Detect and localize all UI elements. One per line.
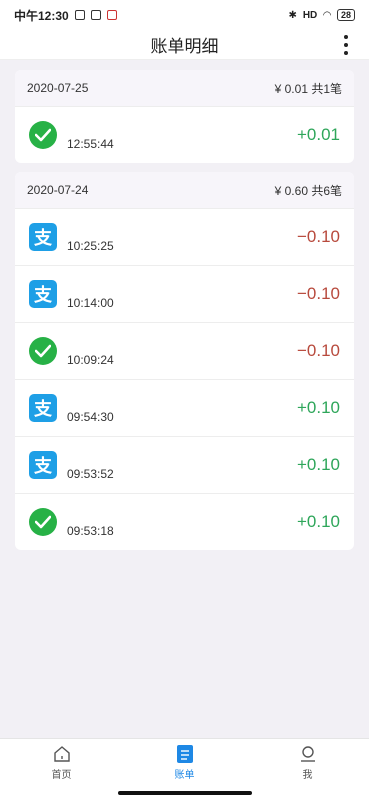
group-date: 2020-07-24 — [27, 183, 89, 197]
home-indicator — [0, 786, 369, 800]
bluetooth-icon: ✱ — [288, 9, 297, 21]
alipay-icon: 支 — [29, 394, 57, 422]
transaction-time: 10:25:25 — [67, 239, 114, 253]
alipay-icon: 支 — [29, 223, 57, 251]
tab-label: 首页 — [51, 770, 72, 781]
wechat-pay-icon — [29, 508, 57, 536]
group-summary: ¥ 0.01 共1笔 — [274, 81, 342, 96]
transaction-amount: +0.10 — [296, 455, 340, 474]
app-notification-icon — [106, 10, 117, 20]
transaction-amount: +0.10 — [296, 398, 340, 417]
wechat-pay-icon — [29, 337, 57, 365]
transaction-row[interactable]: 12:55:44 +0.01 — [15, 106, 354, 163]
merchant-name — [67, 221, 117, 235]
transaction-row[interactable]: 支 09:53:52 +0.10 — [15, 436, 354, 493]
app-notification-icon — [90, 10, 101, 20]
group-summary: ¥ 0.60 共6笔 — [274, 183, 342, 198]
transaction-time: 10:09:24 — [67, 353, 114, 367]
more-options-icon[interactable] — [343, 33, 349, 57]
tab-label: 账单 — [174, 770, 195, 781]
merchant-name — [67, 335, 117, 349]
bill-group: 2020-07-24 ¥ 0.60 共6笔 支 10:25:25 −0.10 支… — [15, 172, 354, 550]
notification-off-icon — [74, 10, 85, 20]
transaction-amount: −0.10 — [296, 227, 340, 246]
transaction-amount: −0.10 — [296, 284, 340, 303]
merchant-name — [67, 278, 117, 292]
transaction-time: 09:53:52 — [67, 467, 114, 481]
wifi-icon: ◠ — [323, 9, 331, 21]
tab-bill[interactable]: 账单 — [123, 739, 246, 786]
transaction-time: 09:54:30 — [67, 410, 114, 424]
home-icon — [52, 744, 72, 764]
battery-icon: 28 — [336, 9, 355, 21]
bill-group: 2020-07-25 ¥ 0.01 共1笔 12:55:44 +0.01 — [15, 70, 354, 163]
bottom-tab-bar: 首页 账单 我 — [0, 738, 369, 786]
transaction-time: 09:53:18 — [67, 524, 114, 538]
profile-icon — [298, 744, 318, 764]
transaction-row[interactable]: 支 09:54:30 +0.10 — [15, 379, 354, 436]
transaction-amount: +0.01 — [296, 125, 340, 144]
merchant-name — [67, 119, 117, 133]
status-bar: 中午12:30 ✱ HD ◠ 28 — [0, 0, 369, 30]
group-header: 2020-07-24 ¥ 0.60 共6笔 — [15, 172, 354, 208]
transaction-row[interactable]: 支 10:14:00 −0.10 — [15, 265, 354, 322]
merchant-name — [67, 449, 117, 463]
tab-profile[interactable]: 我 — [246, 739, 369, 786]
transaction-time: 12:55:44 — [67, 137, 114, 151]
transaction-row[interactable]: 支 10:25:25 −0.10 — [15, 208, 354, 265]
transaction-amount: +0.10 — [296, 512, 340, 531]
top-bar: 账单明细 — [0, 30, 369, 60]
page-title: 账单明细 — [150, 37, 219, 56]
status-time: 中午12:30 — [14, 8, 69, 23]
wechat-pay-icon — [29, 121, 57, 149]
group-header: 2020-07-25 ¥ 0.01 共1笔 — [15, 70, 354, 106]
group-date: 2020-07-25 — [27, 81, 89, 95]
tab-label: 我 — [302, 770, 313, 781]
transaction-row[interactable]: 10:09:24 −0.10 — [15, 322, 354, 379]
tab-home[interactable]: 首页 — [0, 739, 123, 786]
transaction-amount: −0.10 — [296, 341, 340, 360]
transaction-time: 10:14:00 — [67, 296, 114, 310]
network-label: HD — [302, 9, 318, 21]
merchant-name — [67, 392, 117, 406]
alipay-icon: 支 — [29, 451, 57, 479]
merchant-name — [67, 506, 117, 520]
transaction-row[interactable]: 09:53:18 +0.10 — [15, 493, 354, 550]
alipay-icon: 支 — [29, 280, 57, 308]
bill-icon — [175, 744, 195, 764]
